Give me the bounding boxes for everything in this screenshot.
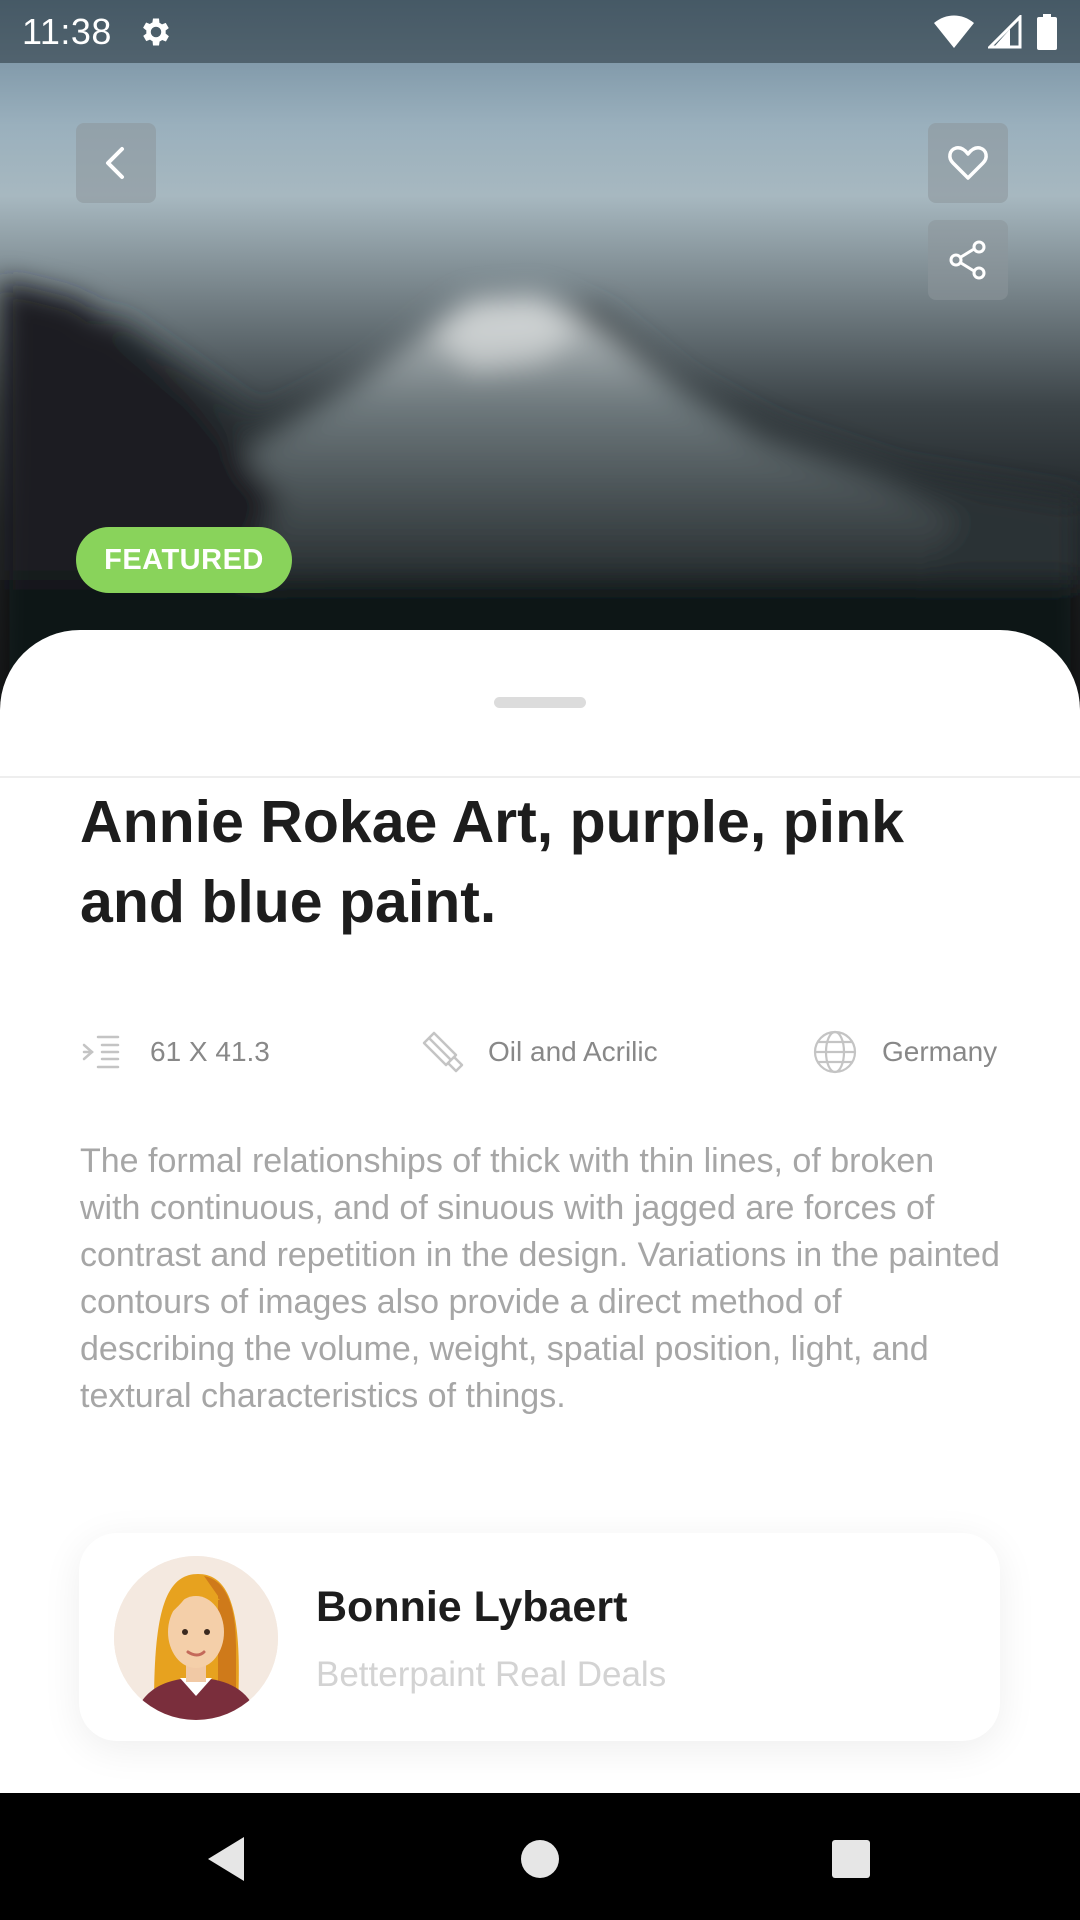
hero-image: FEATURED [0,0,1080,700]
spec-origin-label: Germany [882,1036,998,1067]
artwork-specs: 61 X 41.3 Oil and Acrilic Germany [80,1022,1000,1082]
spec-dimensions: 61 X 41.3 [80,1022,270,1082]
gear-icon [143,18,169,45]
wifi-icon [934,15,974,48]
back-button[interactable] [76,123,156,203]
globe-icon [813,1030,857,1074]
heart-icon [948,146,988,180]
nav-home-icon [521,1840,559,1878]
share-icon [949,240,986,280]
signal-icon [988,14,1022,48]
nav-back-icon [208,1837,244,1881]
paintbrush-icon [422,1031,464,1073]
nav-recents-icon [832,1840,870,1878]
back-icon [106,147,124,179]
artwork-description: The formal relationships of thick with t… [80,1142,1000,1415]
mountain-image [0,280,1080,700]
artwork-title: Annie Rokae Art, purple, pink and blue p… [80,789,904,935]
nav-home-button[interactable] [510,1829,570,1889]
share-button[interactable] [928,220,1008,300]
avatar-image [114,1556,278,1720]
spec-medium: Oil and Acrilic [418,1022,658,1082]
nav-back-button[interactable] [196,1829,256,1889]
seller-name: Bonnie Lybaert [316,1583,628,1631]
spec-dimensions-label: 61 X 41.3 [150,1036,270,1067]
spec-origin: Germany [812,1022,997,1082]
featured-badge: FEATURED [76,527,292,593]
drag-handle[interactable] [494,697,586,708]
avatar [114,1556,278,1720]
seller-company: Betterpaint Real Deals [316,1655,667,1694]
dimensions-icon [82,1035,120,1069]
detail-sheet: Annie Rokae Art, purple, pink and blue p… [0,630,1080,1793]
nav-recents-button[interactable] [821,1829,881,1889]
status-time: 11:38 [22,10,112,52]
navigation-bar [0,1793,1080,1920]
spec-medium-label: Oil and Acrilic [488,1036,658,1067]
divider [0,776,1080,778]
seller-card[interactable]: Bonnie Lybaert Betterpaint Real Deals [79,1533,1000,1741]
favorite-button[interactable] [928,123,1008,203]
battery-icon [1037,13,1057,50]
status-bar: 11:38 [0,0,1080,63]
